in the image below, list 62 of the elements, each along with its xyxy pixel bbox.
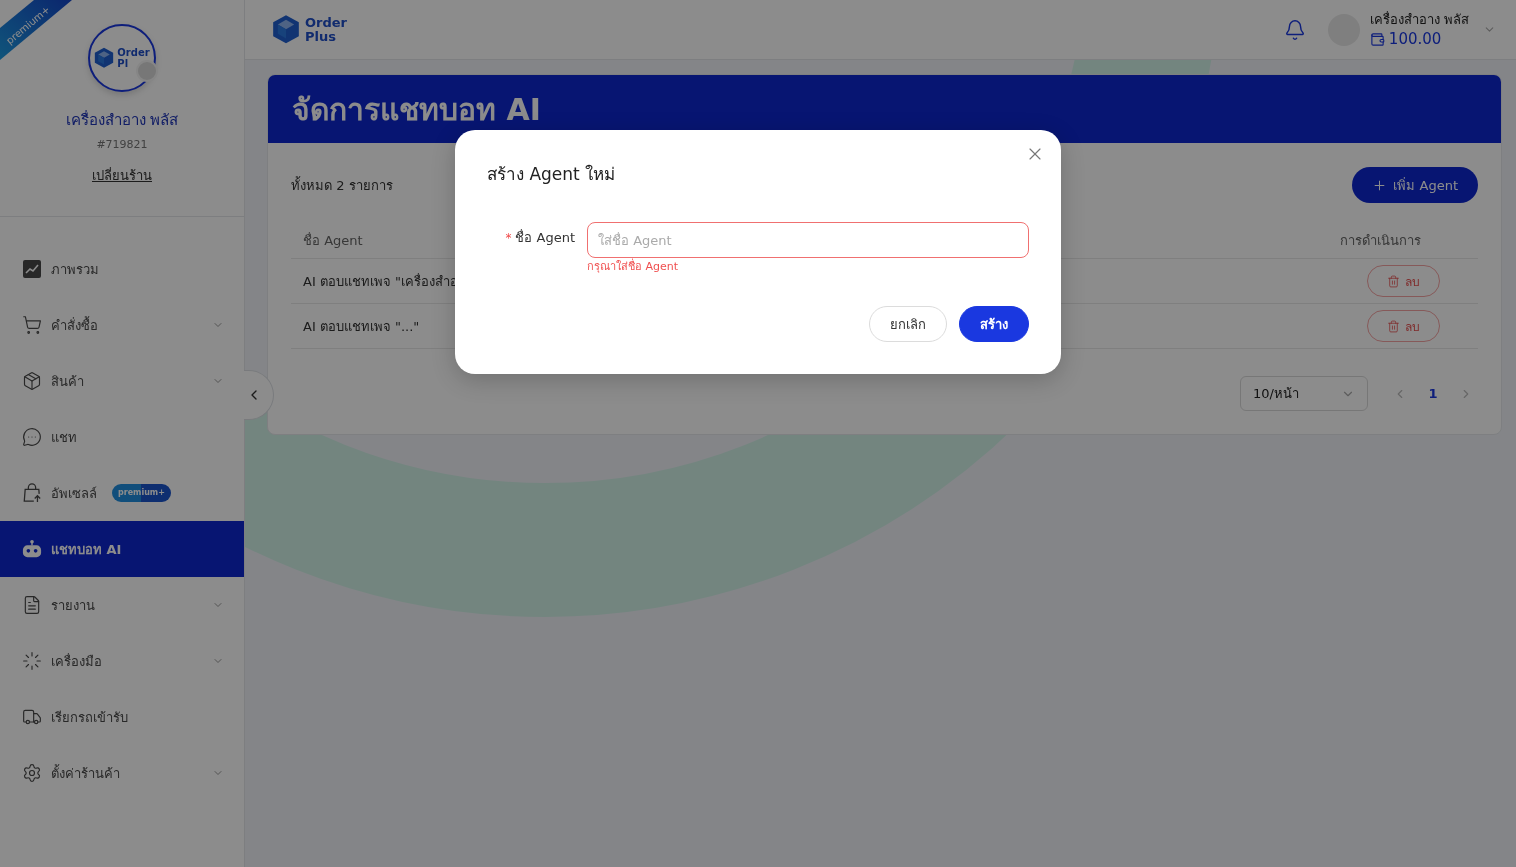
premium-badge: premium+ (112, 484, 171, 502)
box-icon (22, 371, 42, 391)
sidebar-item[interactable]: แชท (0, 409, 244, 465)
dialog-title: สร้าง Agent ใหม่ (487, 163, 617, 186)
sidebar-item[interactable]: อัพเซลล์ premium+ (0, 465, 244, 521)
error-message: กรุณาใส่ชื่อ Agent (587, 260, 679, 274)
gear-icon (22, 763, 42, 783)
total-count: ทั้งหมด 2 รายการ (291, 175, 393, 195)
column-header: การดำเนินการ (1339, 232, 1422, 250)
sidebar-item-label: อัพเซลล์ (51, 484, 97, 503)
bell-icon[interactable] (1283, 18, 1306, 41)
logo-text: Order Plus (305, 15, 347, 44)
user-name: เครื่องสำอาง พลัส (1369, 11, 1469, 28)
sidebar-item[interactable]: แชทบอท AI (0, 521, 244, 577)
column-header: ชื่อ Agent (303, 231, 363, 250)
truck-icon (22, 707, 42, 727)
delete-button[interactable]: ลบ (1367, 310, 1440, 342)
sidebar-item[interactable]: เรียกรถเข้ารับ (0, 689, 244, 745)
robot-icon (22, 539, 42, 559)
sidebar-item-label: ตั้งค่าร้านค้า (51, 763, 120, 783)
wallet-icon (1369, 31, 1385, 47)
sidebar-item[interactable]: รายงาน (0, 577, 244, 633)
sidebar-item-label: เรียกรถเข้ารับ (51, 708, 128, 727)
sidebar-item-label: คำสั่งซื้อ (51, 315, 98, 335)
sidebar-item[interactable]: ภาพรวม (0, 241, 244, 297)
page-number[interactable]: 1 (1421, 381, 1445, 406)
cart-icon (22, 315, 42, 335)
logo-text: Order Pl (117, 47, 150, 69)
trash-icon (1387, 274, 1400, 288)
trash-icon (1387, 319, 1400, 333)
cube-icon (272, 14, 300, 45)
sparkle-icon (22, 651, 42, 671)
chat-bubble-icon (22, 427, 42, 447)
field-label: * ชื่อ Agent (504, 228, 575, 247)
sidebar-item-label: เครื่องมือ (51, 652, 102, 671)
sidebar-item-label: แชท (51, 428, 77, 447)
agent-name-input[interactable]: ใส่ชื่อ Agent (587, 222, 1029, 258)
document-icon (22, 595, 42, 615)
sidebar-item[interactable]: คำสั่งซื้อ (0, 297, 244, 353)
cube-icon (94, 47, 115, 69)
create-button[interactable]: สร้าง (959, 306, 1029, 342)
cancel-button[interactable]: ยกเลิก (869, 306, 947, 342)
switch-shop-link[interactable]: เปลี่ยนร้าน (92, 167, 152, 185)
wallet-balance: 100.00 (1388, 30, 1442, 48)
agent-name-cell-text: AI ตอบแชทเพจ "เครื่องสำอ (303, 272, 458, 291)
sidebar-item[interactable]: สินค้า (0, 353, 244, 409)
sidebar-item[interactable]: เครื่องมือ (0, 633, 244, 689)
shop-id: #719821 (96, 137, 148, 153)
page-title: จัดการแชทบอท AI (292, 90, 541, 129)
sidebar-item-label: แชทบอท AI (51, 540, 122, 559)
add-agent-button[interactable]: เพิ่ม Agent (1352, 167, 1478, 203)
sidebar-item-label: รายงาน (51, 596, 95, 615)
sidebar-item-label: สินค้า (51, 372, 84, 391)
shop-name: เครื่องสำอาง พลัส (65, 110, 179, 130)
bag-upload-icon (22, 483, 42, 503)
sidebar-item[interactable]: ตั้งค่าร้านค้า (0, 745, 244, 801)
delete-button[interactable]: ลบ (1367, 265, 1440, 297)
page-size-select[interactable]: 10/หน้า (1240, 376, 1368, 411)
chart-icon (22, 259, 42, 279)
agent-name-cell-text: AI ตอบแชทเพจ "..." (303, 317, 420, 336)
plus-icon (1372, 177, 1388, 193)
sidebar-item-label: ภาพรวม (51, 260, 99, 279)
